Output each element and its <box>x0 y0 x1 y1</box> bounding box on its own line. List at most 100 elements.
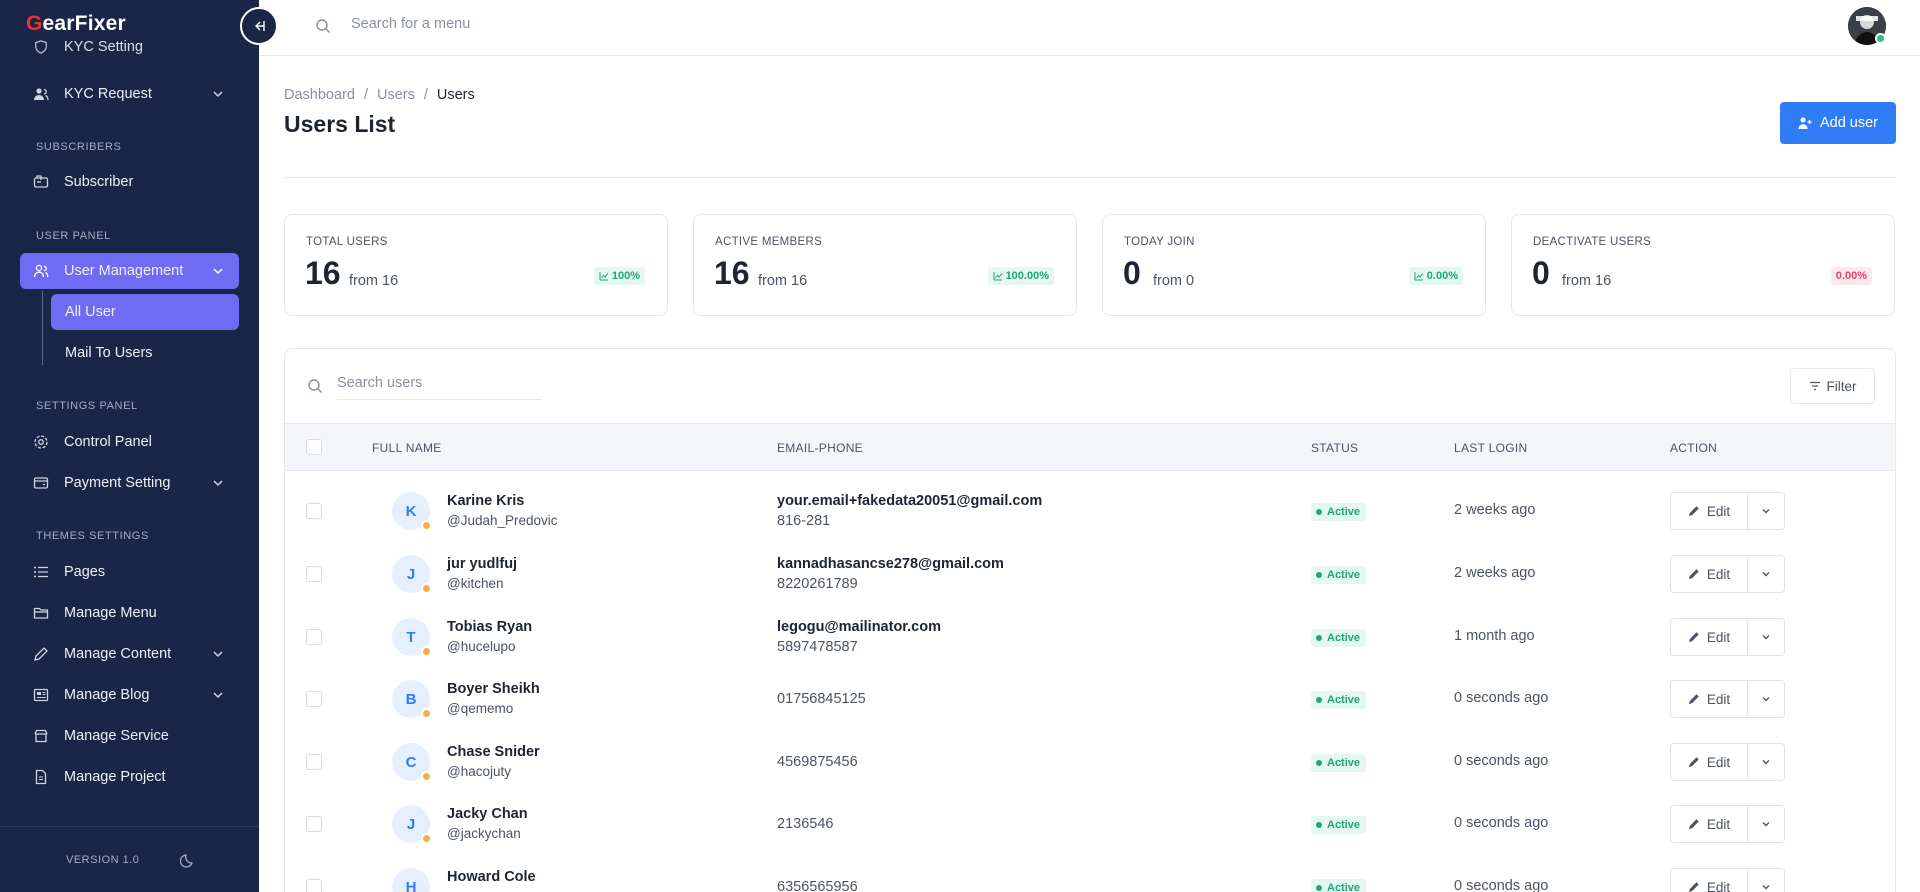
user-email: legogu@mailinator.com <box>777 619 941 635</box>
sidebar-subitem-all-user[interactable]: All User <box>51 294 239 330</box>
submenu-rail <box>42 291 43 365</box>
column-header-last-login[interactable]: LAST LOGIN <box>1454 441 1527 455</box>
row-checkbox[interactable] <box>306 503 322 519</box>
add-user-button[interactable]: Add user <box>1780 102 1896 144</box>
column-header-status[interactable]: STATUS <box>1311 441 1358 455</box>
row-actions-dropdown[interactable] <box>1747 805 1785 843</box>
filter-button[interactable]: Filter <box>1790 368 1875 404</box>
user-name[interactable]: jur yudlfuj <box>447 556 517 572</box>
users-icon <box>33 86 49 102</box>
sidebar-item-subscriber[interactable]: Subscriber <box>20 164 239 200</box>
topbar <box>259 0 1920 56</box>
stat-value: 16 <box>714 255 750 291</box>
stat-card-today-join: TODAY JOIN 0 from 0 0.00% <box>1102 214 1486 316</box>
sidebar-item-control-panel[interactable]: Control Panel <box>20 424 239 460</box>
row-actions-dropdown[interactable] <box>1747 492 1785 530</box>
breadcrumb-dashboard[interactable]: Dashboard <box>284 87 355 103</box>
users-search-input[interactable] <box>337 375 542 400</box>
avatar: H <box>392 868 430 892</box>
sidebar: GearFixer KYC Setting KYC Request SUBSCR… <box>0 0 259 892</box>
moon-icon[interactable] <box>180 852 196 868</box>
sidebar-item-label: Payment Setting <box>64 475 171 491</box>
row-checkbox[interactable] <box>306 629 322 645</box>
sidebar-item-label: KYC Request <box>64 86 152 102</box>
brand-logo[interactable]: GearFixer <box>26 12 126 36</box>
edit-button[interactable]: Edit <box>1670 492 1748 530</box>
table-row: J Jacky Chan @jackychan 2136546 Active 0… <box>285 792 1895 855</box>
table-row: K Karine Kris @Judah_Predovic your.email… <box>285 479 1895 542</box>
breadcrumb-users[interactable]: Users <box>377 87 415 103</box>
menu-search-input[interactable] <box>351 16 651 32</box>
edit-button[interactable]: Edit <box>1670 555 1748 593</box>
row-actions-dropdown[interactable] <box>1747 555 1785 593</box>
status-text: Active <box>1327 757 1361 769</box>
stat-badge: 100.00% <box>987 267 1054 285</box>
user-email: kannadhasancse278@gmail.com <box>777 556 1004 572</box>
stat-label: TODAY JOIN <box>1124 236 1195 248</box>
row-actions-dropdown[interactable] <box>1747 680 1785 718</box>
edit-button[interactable]: Edit <box>1670 805 1748 843</box>
column-header-action: ACTION <box>1670 441 1718 455</box>
pencil-icon <box>1688 819 1699 829</box>
row-actions-dropdown[interactable] <box>1747 618 1785 656</box>
select-all-checkbox[interactable] <box>306 439 322 455</box>
filter-label: Filter <box>1826 378 1857 394</box>
column-header-email-phone[interactable]: EMAIL-PHONE <box>777 441 863 455</box>
row-checkbox[interactable] <box>306 816 322 832</box>
online-status-dot <box>1875 33 1886 44</box>
user-name[interactable]: Boyer Sheikh <box>447 681 540 697</box>
sidebar-item-payment-setting[interactable]: Payment Setting <box>20 465 239 501</box>
row-checkbox[interactable] <box>306 691 322 707</box>
stat-badge: 0.00% <box>1408 267 1463 285</box>
sidebar-collapse-button[interactable] <box>240 7 278 45</box>
sidebar-item-manage-service[interactable]: Manage Service <box>20 718 239 754</box>
sidebar-item-label: Subscriber <box>64 174 134 190</box>
pencil-icon <box>1688 694 1699 704</box>
row-actions-dropdown[interactable] <box>1747 868 1785 892</box>
edit-button[interactable]: Edit <box>1670 743 1748 781</box>
user-name[interactable]: Howard Cole <box>447 869 536 885</box>
row-checkbox[interactable] <box>306 754 322 770</box>
sidebar-item-manage-menu[interactable]: Manage Menu <box>20 595 239 631</box>
stat-badge-text: 100.00% <box>1005 270 1049 282</box>
edit-button[interactable]: Edit <box>1670 680 1748 718</box>
chevron-down-icon <box>213 91 223 98</box>
trend-up-icon <box>993 272 1002 281</box>
edit-button[interactable]: Edit <box>1670 618 1748 656</box>
sidebar-item-kyc-setting[interactable]: KYC Setting <box>20 37 239 57</box>
stat-badge-text: 100% <box>611 270 640 282</box>
user-phone: 5897478587 <box>777 639 858 655</box>
row-actions-dropdown[interactable] <box>1747 743 1785 781</box>
user-name[interactable]: Chase Snider <box>447 744 540 760</box>
status-text: Active <box>1327 632 1361 644</box>
sidebar-item-manage-content[interactable]: Manage Content <box>20 636 239 672</box>
chevron-down-icon <box>213 651 223 658</box>
header-divider <box>284 177 1896 178</box>
sidebar-item-user-management[interactable]: User Management <box>20 253 239 289</box>
table-row: C Chase Snider @hacojuty 4569875456 Acti… <box>285 730 1895 793</box>
sidebar-item-kyc-request[interactable]: KYC Request <box>20 76 239 112</box>
sidebar-item-manage-project[interactable]: Manage Project <box>20 759 239 795</box>
row-checkbox[interactable] <box>306 566 322 582</box>
sidebar-item-label: Pages <box>64 564 106 580</box>
section-label-themes-settings: THEMES SETTINGS <box>36 530 149 542</box>
chevron-down-icon <box>213 268 223 275</box>
sidebar-item-manage-blog[interactable]: Manage Blog <box>20 677 239 713</box>
user-name[interactable]: Jacky Chan <box>447 806 528 822</box>
stat-from: from 16 <box>349 273 399 289</box>
table-row: J jur yudlfuj @kitchen kannadhasancse278… <box>285 542 1895 605</box>
chevron-down-icon <box>1762 509 1770 514</box>
row-checkbox[interactable] <box>306 879 322 892</box>
column-header-full-name[interactable]: FULL NAME <box>372 441 442 455</box>
sidebar-item-pages[interactable]: Pages <box>20 554 239 590</box>
stat-card-total-users: TOTAL USERS 16 from 16 100% <box>284 214 668 316</box>
chevron-down-icon <box>1762 885 1770 890</box>
user-name[interactable]: Karine Kris <box>447 493 524 509</box>
user-handle: @Judah_Predovic <box>447 513 558 528</box>
status-badge: Active <box>1311 816 1367 834</box>
user-name[interactable]: Tobias Ryan <box>447 619 532 635</box>
sidebar-subitem-mail-to-users[interactable]: Mail To Users <box>51 335 239 371</box>
edit-button[interactable]: Edit <box>1670 868 1748 892</box>
user-phone: 6356565956 <box>777 879 858 892</box>
presence-dot <box>421 520 432 531</box>
